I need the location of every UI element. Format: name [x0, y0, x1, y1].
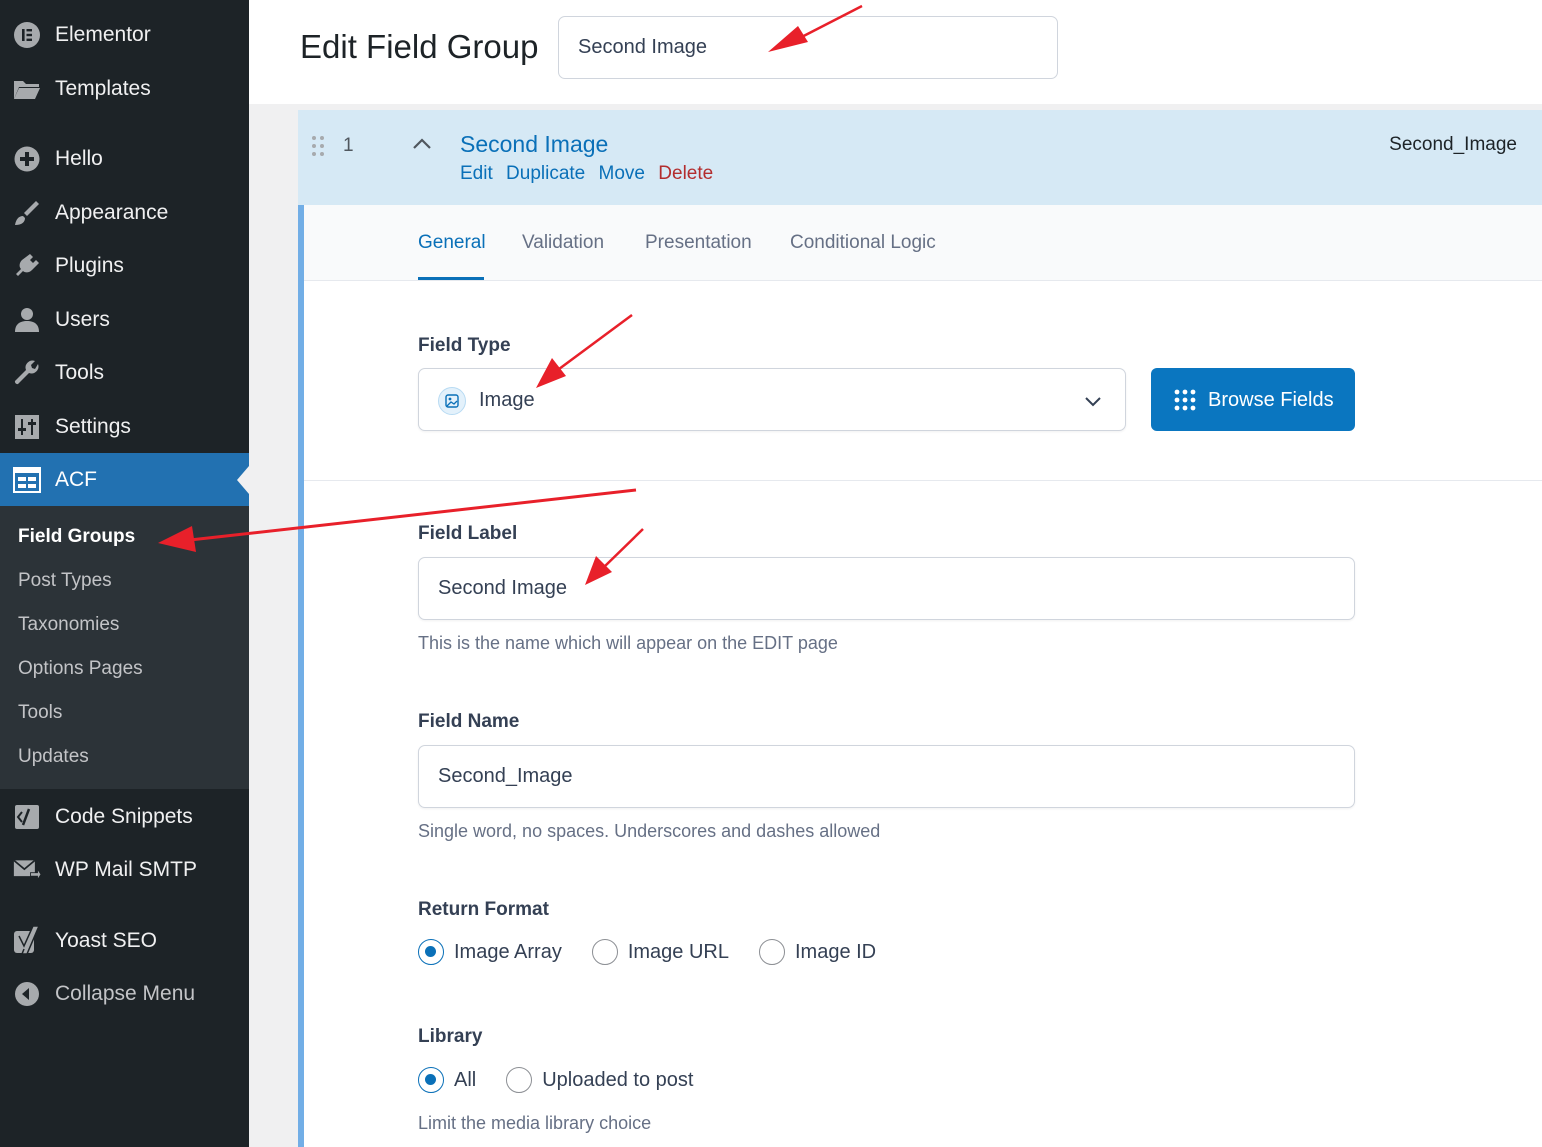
admin-sidebar: Elementor Templates Hello Appearance Plu… [0, 0, 249, 1147]
submenu-item-field-groups[interactable]: Field Groups [18, 526, 135, 548]
menu-item-yoast-seo[interactable]: Yoast SEO [0, 915, 249, 967]
submenu-item-post-types[interactable]: Post Types [18, 570, 112, 592]
field-name-display: Second_Image [1389, 134, 1517, 155]
menu-item-templates[interactable]: Templates [0, 63, 249, 115]
wrench-icon [13, 359, 41, 387]
duplicate-link[interactable]: Duplicate [506, 163, 585, 184]
collapse-icon [13, 980, 41, 1008]
field-group-title-input[interactable] [558, 16, 1058, 79]
submenu-item-taxonomies[interactable]: Taxonomies [18, 614, 119, 636]
field-name-label: Field Name [418, 711, 520, 732]
radio-label[interactable]: All [454, 1069, 476, 1092]
sliders-icon [13, 413, 41, 441]
acf-icon [13, 466, 41, 494]
image-icon [438, 387, 466, 415]
active-tab-indicator [418, 277, 484, 280]
field-name-input[interactable] [418, 745, 1355, 808]
browse-fields-label: Browse Fields [1208, 389, 1334, 411]
tab-presentation[interactable]: Presentation [645, 232, 752, 254]
menu-label: Templates [55, 77, 151, 100]
field-label-input[interactable] [418, 557, 1355, 620]
submenu-item-options-pages[interactable]: Options Pages [18, 658, 143, 680]
submenu-item-tools[interactable]: Tools [18, 702, 62, 724]
tab-validation[interactable]: Validation [522, 232, 604, 254]
menu-item-appearance[interactable]: Appearance [0, 187, 249, 239]
plus-circle-icon [13, 145, 41, 173]
return-format-label: Return Format [418, 899, 549, 920]
field-editor: 1 Second Image Edit Duplicate Move Delet… [298, 110, 1542, 1147]
acf-submenu: Field Groups Post Types Taxonomies Optio… [0, 506, 249, 789]
radio-image-url[interactable] [591, 939, 618, 965]
menu-item-acf[interactable]: ACF [0, 453, 249, 506]
field-type-select[interactable]: Image [418, 368, 1126, 431]
move-link[interactable]: Move [599, 163, 645, 184]
menu-label: Appearance [55, 201, 169, 224]
library-label: Library [418, 1026, 483, 1047]
menu-label: Settings [55, 415, 131, 438]
elementor-icon [13, 21, 41, 49]
browse-fields-button[interactable]: Browse Fields [1151, 368, 1355, 431]
radio-label[interactable]: Image Array [454, 941, 562, 964]
library-help: Limit the media library choice [418, 1113, 652, 1133]
section-divider [304, 480, 1542, 481]
menu-label: Collapse Menu [55, 982, 196, 1005]
menu-label: Users [55, 308, 110, 331]
menu-item-plugins[interactable]: Plugins [0, 240, 249, 292]
edit-link[interactable]: Edit [460, 163, 493, 184]
menu-item-hello[interactable]: Hello [0, 133, 249, 185]
field-order-number: 1 [343, 135, 354, 156]
page-title: Edit Field Group [300, 28, 539, 65]
collapse-menu-button[interactable]: Collapse Menu [0, 968, 249, 1020]
field-title-link[interactable]: Second Image [460, 131, 608, 158]
grid-dots-icon [1174, 389, 1196, 411]
menu-item-wp-mail-smtp[interactable]: WP Mail SMTP [0, 844, 249, 896]
radio-label[interactable]: Image URL [628, 941, 729, 964]
menu-label: Tools [55, 361, 105, 384]
field-header-row[interactable]: 1 Second Image Edit Duplicate Move Delet… [298, 110, 1542, 205]
chevron-down-icon [1085, 397, 1101, 407]
menu-label: ACF [55, 467, 97, 491]
paintbrush-icon [13, 199, 41, 227]
drag-handle-icon[interactable] [311, 135, 325, 157]
menu-item-settings[interactable]: Settings [0, 401, 249, 453]
field-label-label: Field Label [418, 523, 518, 544]
delete-link[interactable]: Delete [658, 163, 713, 184]
radio-library-uploaded[interactable] [506, 1067, 533, 1093]
mail-icon [13, 856, 41, 884]
menu-label: WP Mail SMTP [55, 858, 197, 881]
menu-label: Elementor [55, 23, 151, 46]
menu-item-code-snippets[interactable]: Code Snippets [0, 791, 249, 843]
field-type-label: Field Type [418, 335, 511, 356]
folder-icon [13, 75, 41, 103]
menu-label: Hello [55, 147, 103, 170]
field-row-actions: Edit Duplicate Move Delete [460, 163, 721, 185]
yoast-icon [13, 926, 41, 955]
page-header: Edit Field Group [249, 0, 1542, 104]
user-icon [13, 306, 41, 334]
radio-label[interactable]: Uploaded to post [542, 1069, 693, 1092]
radio-image-id[interactable] [758, 939, 785, 965]
radio-library-all[interactable] [418, 1067, 444, 1093]
menu-label: Yoast SEO [55, 929, 157, 952]
tab-general[interactable]: General [418, 232, 486, 254]
field-name-help: Single word, no spaces. Underscores and … [418, 821, 881, 841]
radio-label[interactable]: Image ID [795, 941, 876, 964]
field-settings-tabs: General Validation Presentation Conditio… [304, 205, 1542, 281]
library-options: All Uploaded to post [418, 1067, 723, 1093]
field-accent-bar [298, 205, 304, 1147]
radio-image-array[interactable] [418, 939, 444, 965]
plug-icon [13, 252, 41, 280]
menu-item-elementor[interactable]: Elementor [0, 9, 249, 61]
chevron-up-icon[interactable] [411, 133, 433, 155]
menu-item-tools[interactable]: Tools [0, 347, 249, 399]
menu-item-users[interactable]: Users [0, 294, 249, 346]
code-icon [13, 803, 41, 831]
menu-label: Plugins [55, 254, 124, 277]
field-label-help: This is the name which will appear on th… [418, 633, 838, 653]
return-format-options: Image Array Image URL Image ID [418, 939, 906, 965]
submenu-item-updates[interactable]: Updates [18, 746, 89, 768]
field-type-value: Image [479, 389, 535, 411]
menu-label: Code Snippets [55, 805, 193, 828]
tab-conditional-logic[interactable]: Conditional Logic [790, 232, 936, 254]
